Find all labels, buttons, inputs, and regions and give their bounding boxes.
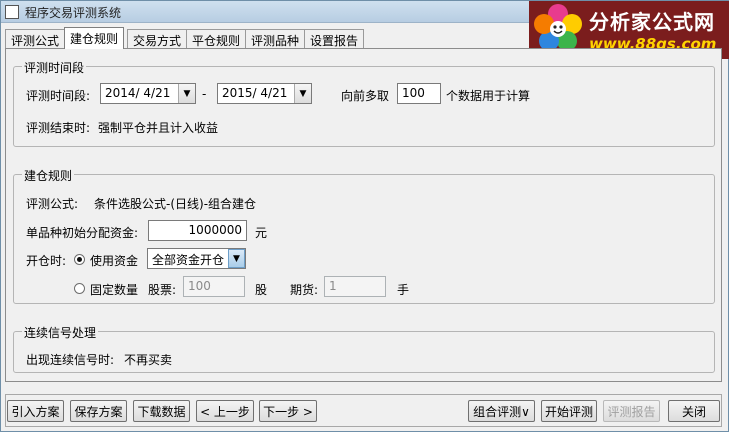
date-range-dash: - <box>202 87 207 101</box>
end-handling-value: 强制平仓并且计入收益 <box>98 121 219 135</box>
stock-qty-value: 100 <box>188 279 211 293</box>
futures-qty-input[interactable]: 1 <box>324 276 386 297</box>
close-button[interactable]: 关闭 <box>668 400 720 422</box>
action-bar: 引入方案 保存方案 下载数据 < 上一步 下一步 > 组合评测∨ 开始评测 评测… <box>5 394 722 427</box>
futures-label: 期货: <box>290 283 319 297</box>
capital-value: 1000000 <box>188 223 242 237</box>
chevron-down-icon[interactable]: ▼ <box>228 249 245 268</box>
formula-label: 评测公式: <box>26 197 79 211</box>
app-icon <box>5 5 19 19</box>
chevron-down-icon[interactable]: ▼ <box>294 84 311 103</box>
test-report-button[interactable]: 评测报告 <box>603 400 660 422</box>
end-date-picker[interactable]: 2015/ 4/21 ▼ <box>217 83 312 104</box>
capital-input[interactable]: 1000000 <box>148 220 247 241</box>
signal-label: 出现连续信号时: <box>26 353 115 367</box>
signal-group-title: 连续信号处理 <box>22 324 99 341</box>
period-group: 评测时间段 评测时间段: 2014/ 4/21 ▼ - 2015/ 4/21 ▼… <box>13 59 715 147</box>
download-data-button[interactable]: 下载数据 <box>133 400 190 422</box>
signal-value: 不再买卖 <box>124 353 173 367</box>
tab-open-rules[interactable]: 建仓规则 <box>64 27 125 49</box>
end-date-value: 2015/ 4/21 <box>222 86 288 100</box>
capital-mode-select[interactable]: 全部资金开仓 ▼ <box>147 248 246 269</box>
tab-report-settings[interactable]: 设置报告 <box>304 29 365 49</box>
futures-qty-value: 1 <box>329 279 337 293</box>
fixed-qty-radio[interactable] <box>74 283 85 294</box>
end-handling-label: 评测结束时: <box>26 121 91 135</box>
signal-group: 连续信号处理 出现连续信号时: 不再买卖 <box>13 324 715 373</box>
lookback-prefix: 向前多取 <box>341 89 390 103</box>
lookback-input[interactable]: 100 <box>397 83 441 104</box>
chevron-down-icon[interactable]: ▼ <box>178 84 195 103</box>
window-title: 程序交易评测系统 <box>25 6 122 20</box>
tab-trade-mode[interactable]: 交易方式 <box>127 29 188 49</box>
lookback-suffix: 个数据用于计算 <box>446 89 531 103</box>
tab-close-rules[interactable]: 平仓规则 <box>186 29 247 49</box>
fixed-qty-label[interactable]: 固定数量 <box>90 281 138 298</box>
logo-name: 分析家公式网 <box>589 10 715 34</box>
start-date-value: 2014/ 4/21 <box>105 86 171 100</box>
open-rule-group-title: 建仓规则 <box>22 167 75 184</box>
tab-formula[interactable]: 评测公式 <box>5 29 66 49</box>
stock-unit: 股 <box>255 283 268 297</box>
start-test-button[interactable]: 开始评测 <box>541 400 597 422</box>
capital-label: 单品种初始分配资金: <box>26 226 139 240</box>
lookback-value: 100 <box>402 86 425 100</box>
period-range-label: 评测时间段: <box>26 89 91 103</box>
use-capital-label[interactable]: 使用资金 <box>90 252 138 269</box>
formula-value: 条件选股公式-(日线)-组合建仓 <box>94 197 257 211</box>
import-scheme-button[interactable]: 引入方案 <box>7 400 64 422</box>
save-scheme-button[interactable]: 保存方案 <box>70 400 127 422</box>
futures-unit: 手 <box>397 283 410 297</box>
stock-qty-input[interactable]: 100 <box>183 276 245 297</box>
tab-instruments[interactable]: 评测品种 <box>245 29 306 49</box>
main-window: 程序交易评测系统 分析家公式网 www.88gs.com 评测公式 建仓规则 交… <box>0 0 729 432</box>
period-group-title: 评测时间段 <box>22 59 87 76</box>
prev-step-button[interactable]: < 上一步 <box>196 400 254 422</box>
use-capital-radio[interactable] <box>74 254 85 265</box>
capital-unit: 元 <box>255 226 268 240</box>
tab-panel: 评测时间段 评测时间段: 2014/ 4/21 ▼ - 2015/ 4/21 ▼… <box>5 48 722 382</box>
capital-mode-value: 全部资金开仓 <box>152 253 225 267</box>
start-date-picker[interactable]: 2014/ 4/21 ▼ <box>100 83 196 104</box>
next-step-button[interactable]: 下一步 > <box>259 400 317 422</box>
open-rule-group: 建仓规则 评测公式: 条件选股公式-(日线)-组合建仓 单品种初始分配资金: 1… <box>13 167 715 304</box>
open-label: 开仓时: <box>26 254 67 268</box>
combo-test-button[interactable]: 组合评测∨ <box>468 400 535 422</box>
stock-label: 股票: <box>148 283 177 297</box>
